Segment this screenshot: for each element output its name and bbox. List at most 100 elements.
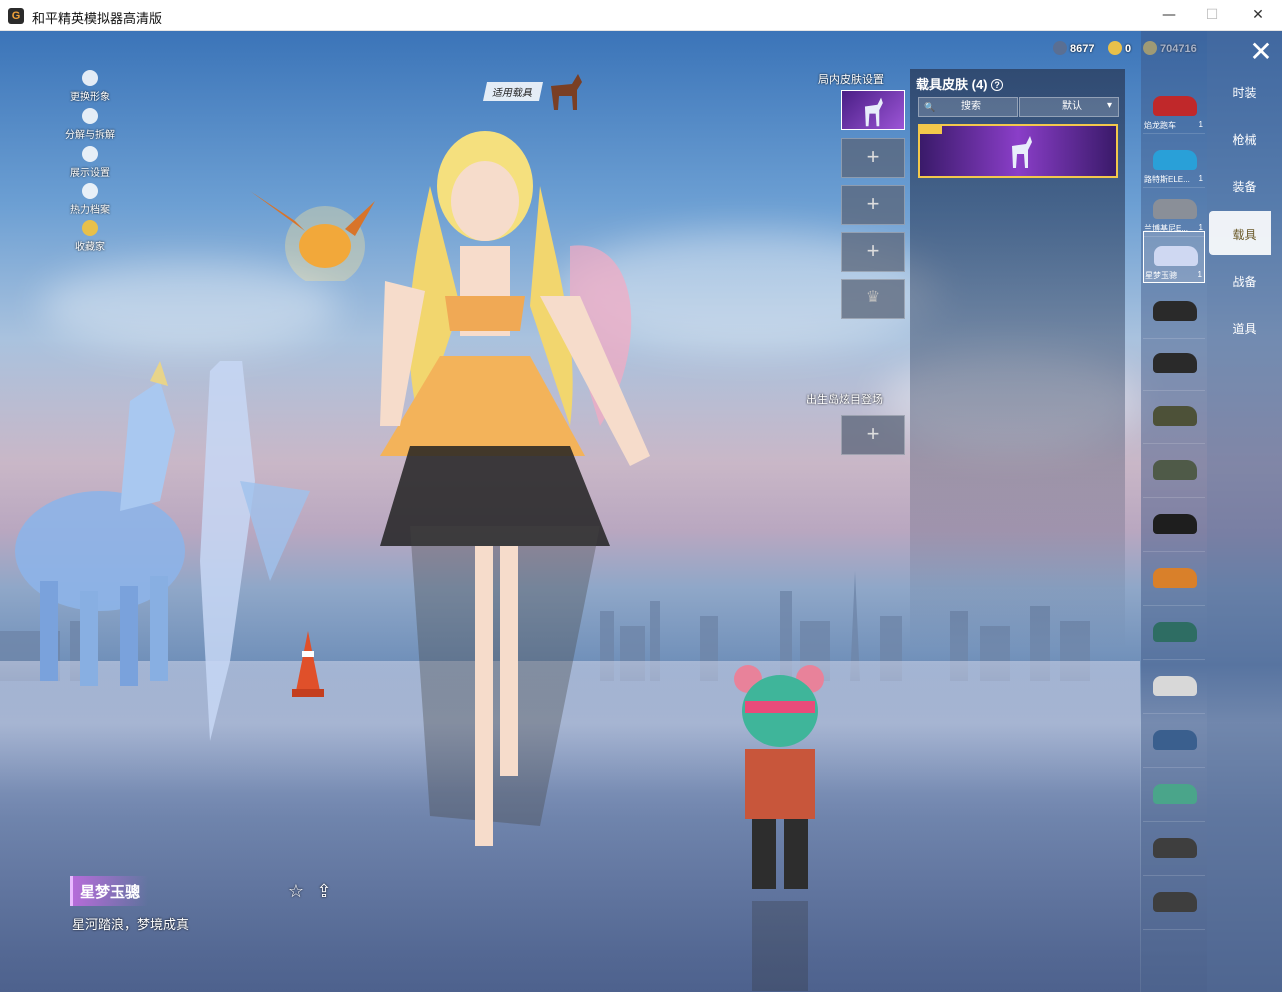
tab-war-prep[interactable]: 战备 [1207, 273, 1282, 290]
display-settings-label: 展示设置 [70, 168, 110, 179]
tab-items[interactable]: 道具 [1207, 320, 1282, 337]
decompose-button[interactable]: 分解与拆解 [62, 108, 118, 141]
vehicle-item[interactable] [1143, 446, 1205, 498]
vehicle-item[interactable] [1143, 878, 1205, 930]
pet-model [250, 191, 375, 281]
skin-slot-crown[interactable]: ♛ [841, 279, 905, 319]
vehicle-thumbnail [1153, 199, 1197, 219]
display-settings-button[interactable]: 展示设置 [62, 146, 118, 179]
currency-b: 0 [1108, 40, 1131, 58]
help-icon[interactable]: ? [991, 79, 1004, 91]
close-window-button[interactable]: ✕ [1235, 0, 1281, 31]
share-icon[interactable]: ⇪ [313, 880, 335, 902]
skin-panel-title-text: 载具皮肤 (4) [916, 77, 988, 92]
vehicle-count: 1 [1198, 174, 1203, 183]
skin-slot-3[interactable]: + [841, 185, 905, 225]
vehicle-thumbnail [1153, 622, 1197, 642]
collector-label: 收藏家 [75, 242, 105, 253]
decompose-label: 分解与拆解 [65, 130, 115, 141]
tab-guns[interactable]: 枪械 [1207, 131, 1282, 148]
vehicle-thumbnail [1153, 353, 1197, 373]
close-icon[interactable]: ✕ [1246, 38, 1276, 68]
bear-figure-model [734, 665, 824, 991]
vehicle-item[interactable] [1143, 392, 1205, 444]
skin-sort-dropdown[interactable]: 默认 ▾ [1019, 97, 1119, 117]
favorite-star-icon[interactable]: ☆ [285, 880, 307, 902]
vehicle-name: 星梦玉骢 [1145, 271, 1177, 280]
collector-button[interactable]: 收藏家 [62, 220, 118, 253]
skin-slot-2[interactable]: + [841, 138, 905, 178]
spawn-slot[interactable]: + [841, 415, 905, 455]
vehicle-count: 1 [1197, 270, 1202, 279]
rarity-tag [920, 126, 942, 134]
vehicle-thumbnail [1153, 514, 1197, 534]
vehicle-thumbnail [1153, 568, 1197, 588]
tab-equipment[interactable]: 装备 [1207, 178, 1282, 195]
vehicle-item[interactable] [1143, 287, 1205, 339]
vehicle-thumbnail [1153, 784, 1197, 804]
vehicle-thumbnail [1153, 676, 1197, 696]
character-model [380, 131, 650, 846]
vehicle-item[interactable] [1143, 554, 1205, 606]
traffic-cone [292, 631, 324, 697]
vehicle-thumbnail [1153, 838, 1197, 858]
change-appearance-label: 更换形象 [70, 92, 110, 103]
item-description: 星河踏浪，梦境成真 [72, 917, 190, 932]
vehicle-item[interactable] [1143, 662, 1205, 714]
vehicle-item[interactable] [1143, 770, 1205, 822]
vehicle-thumbnail [1153, 460, 1197, 480]
vehicle-item[interactable]: 兰博基尼E... 1 [1143, 185, 1205, 237]
vehicle-thumbnail [1153, 150, 1197, 170]
vehicle-name: 焰龙跑车 [1144, 121, 1176, 130]
vehicle-item[interactable] [1143, 716, 1205, 768]
applicable-mount-tag: 适用载具 [482, 82, 544, 101]
currency-b-icon [1108, 41, 1122, 55]
window-titlebar: G 和平精英模拟器高清版 — ☐ ✕ [0, 0, 1282, 31]
vehicle-item[interactable] [1143, 339, 1205, 391]
tab-fashion[interactable]: 时装 [1207, 84, 1282, 101]
vehicle-item[interactable] [1143, 500, 1205, 552]
minimize-button[interactable]: — [1146, 0, 1192, 31]
spawn-showcase-label: 出生岛炫目登场 [806, 394, 883, 406]
heat-profile-button[interactable]: 热力档案 [62, 183, 118, 216]
vehicle-thumbnail [1153, 406, 1197, 426]
eye-icon [82, 146, 98, 162]
vehicle-thumbnail [1153, 892, 1197, 912]
skin-search-input[interactable]: 🔍 搜索 [918, 97, 1018, 117]
vehicle-count: 1 [1198, 120, 1203, 129]
vehicle-thumbnail [1153, 301, 1197, 321]
vehicle-thumbnail [1153, 730, 1197, 750]
tab-vehicles[interactable]: 载具 [1207, 226, 1282, 243]
vehicle-item[interactable] [1143, 824, 1205, 876]
currency-b-value: 0 [1125, 43, 1132, 55]
vehicle-item[interactable]: 星梦玉骢 1 [1143, 231, 1205, 283]
search-icon: 🔍 [924, 102, 936, 112]
person-icon [82, 70, 98, 86]
vehicle-thumbnail [1154, 246, 1198, 266]
puzzle-icon [82, 108, 98, 124]
item-name: 星梦玉骢 [80, 884, 141, 901]
change-appearance-button[interactable]: 更换形象 [62, 70, 118, 103]
maximize-button[interactable]: ☐ [1189, 0, 1235, 31]
skin-card[interactable] [918, 124, 1118, 178]
search-placeholder: 搜索 [961, 101, 981, 112]
heat-profile-label: 热力档案 [70, 205, 110, 216]
in-match-skin-settings-label: 局内皮肤设置 [818, 74, 884, 86]
unicorn-mount-model [15, 361, 310, 741]
app-icon: G [8, 8, 24, 24]
chevron-down-icon: ▾ [1106, 100, 1112, 111]
trophy-icon [82, 220, 98, 236]
skin-panel-title: 载具皮肤 (4) ? [916, 74, 1004, 93]
skin-slot-1[interactable] [841, 90, 905, 130]
vehicle-item[interactable]: 路特斯ELE... 1 [1143, 136, 1205, 188]
skin-slot-4[interactable]: + [841, 232, 905, 272]
horse-icon [551, 74, 582, 110]
vehicle-item[interactable] [1143, 608, 1205, 660]
currency-a-value: 8677 [1070, 43, 1095, 55]
vehicle-name: 路特斯ELE... [1144, 175, 1190, 184]
flame-icon [82, 183, 98, 199]
currency-a: 8677 [1053, 40, 1094, 58]
vehicle-thumbnail [1153, 96, 1197, 116]
vehicle-item[interactable]: 焰龙跑车 1 [1143, 82, 1205, 134]
window-title: 和平精英模拟器高清版 [32, 12, 163, 27]
